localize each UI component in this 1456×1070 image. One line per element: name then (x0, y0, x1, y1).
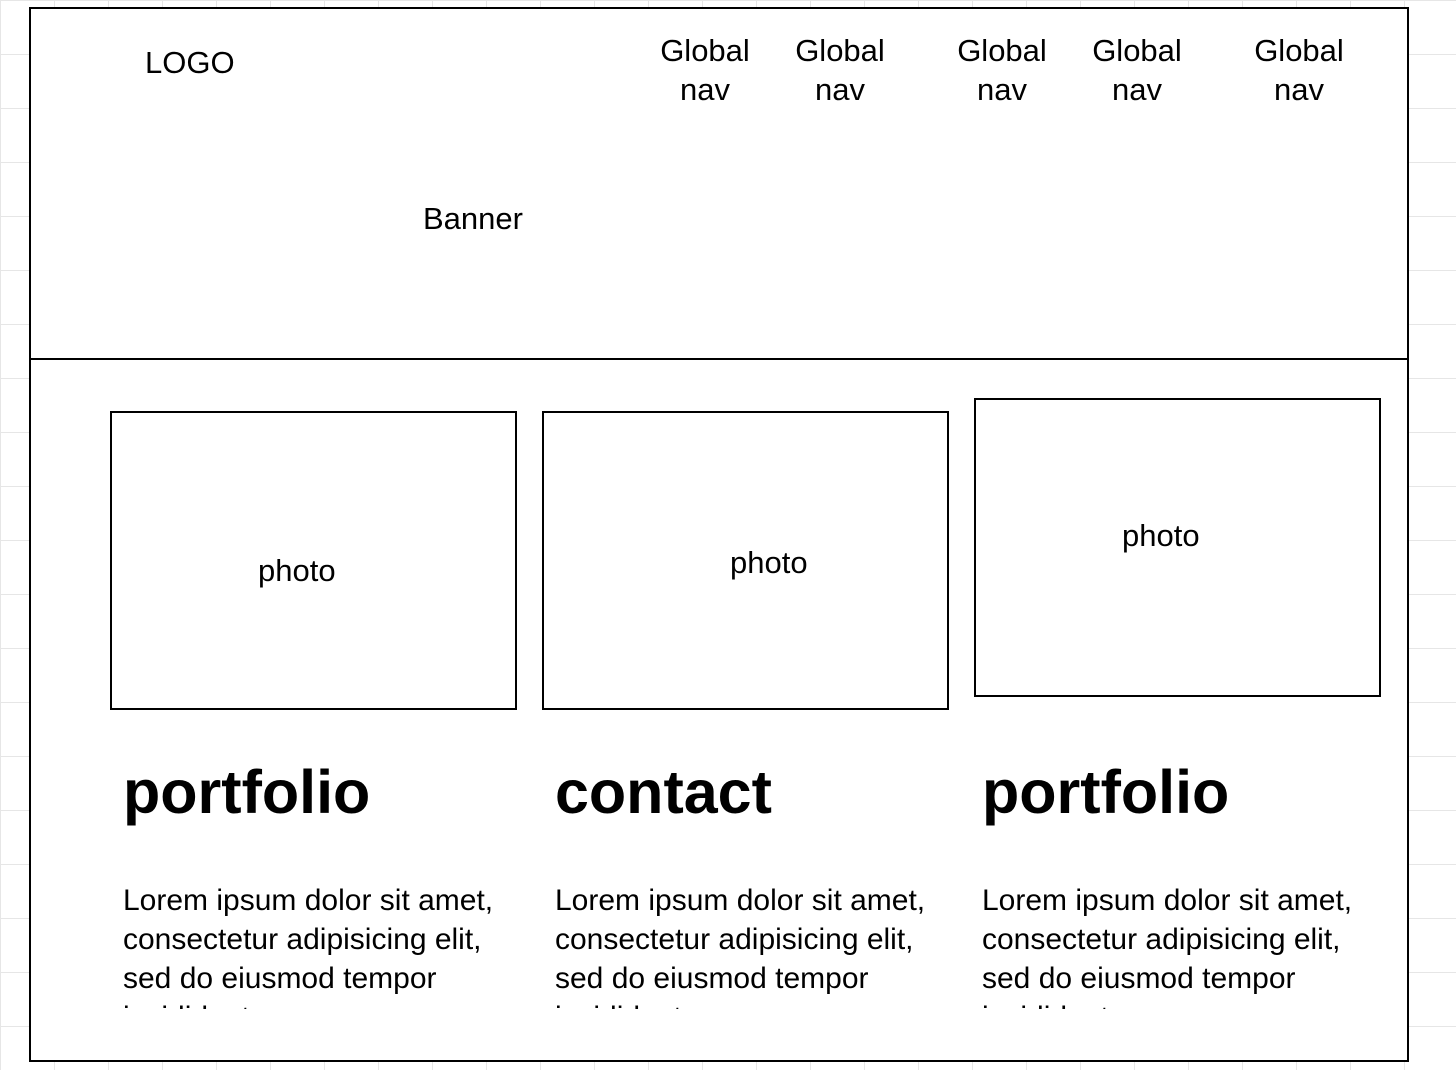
card-heading-3[interactable]: portfolio (982, 757, 1229, 827)
nav-label-line2: nav (1274, 72, 1324, 107)
nav-label-line1: Global (957, 33, 1047, 68)
nav-label-line1: Global (660, 33, 750, 68)
global-nav-item-4[interactable]: Global nav (1077, 31, 1197, 109)
nav-label-line2: nav (815, 72, 865, 107)
wireframe-canvas: LOGO Global nav Global nav Global nav Gl… (0, 0, 1456, 1070)
page-frame: LOGO Global nav Global nav Global nav Gl… (29, 7, 1409, 1062)
card-body-1: Lorem ipsum dolor sit amet, consectetur … (123, 884, 494, 1009)
card-heading-2[interactable]: contact (555, 757, 772, 827)
global-nav-item-1[interactable]: Global nav (645, 31, 765, 109)
nav-label-line2: nav (1112, 72, 1162, 107)
photo-placeholder-2[interactable]: photo (542, 411, 949, 710)
card-body-2: Lorem ipsum dolor sit amet, consectetur … (555, 884, 926, 1009)
photo-placeholder-1[interactable]: photo (110, 411, 517, 710)
nav-label-line1: Global (795, 33, 885, 68)
global-nav-item-3[interactable]: Global nav (942, 31, 1062, 109)
global-nav-item-2[interactable]: Global nav (780, 31, 900, 109)
photo-label: photo (1122, 518, 1200, 553)
banner-label: Banner (423, 201, 523, 236)
global-nav-item-5[interactable]: Global nav (1239, 31, 1359, 109)
nav-label-line1: Global (1092, 33, 1182, 68)
nav-label-line1: Global (1254, 33, 1344, 68)
nav-label-line2: nav (680, 72, 730, 107)
logo[interactable]: LOGO (145, 45, 235, 81)
photo-placeholder-3[interactable]: photo (974, 398, 1381, 697)
photo-label: photo (730, 545, 808, 580)
card-body-3: Lorem ipsum dolor sit amet, consectetur … (982, 884, 1353, 1009)
card-heading-1[interactable]: portfolio (123, 757, 370, 827)
nav-label-line2: nav (977, 72, 1027, 107)
photo-label: photo (258, 553, 336, 588)
header-banner-area: LOGO Global nav Global nav Global nav Gl… (31, 9, 1407, 360)
